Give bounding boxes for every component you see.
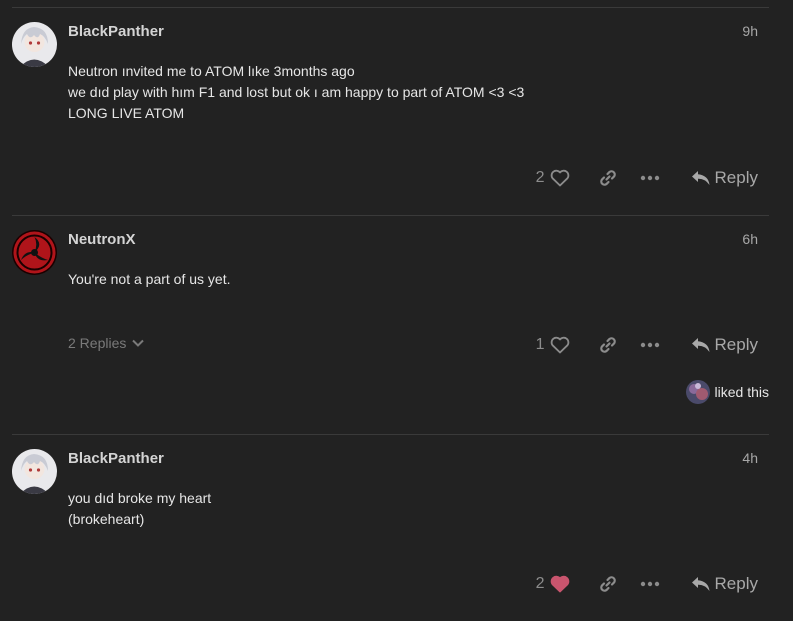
post-time[interactable]: 9h	[742, 23, 758, 39]
top-divider	[12, 7, 769, 8]
chevron-down-icon	[132, 339, 145, 347]
like-count[interactable]: 2	[536, 575, 545, 593]
link-icon[interactable]	[597, 168, 619, 188]
reply-icon	[691, 338, 710, 352]
post-time[interactable]: 4h	[742, 450, 758, 466]
reply-button[interactable]: Reply	[691, 574, 758, 594]
post-body: You're not a part of us yet.	[68, 271, 231, 287]
more-options-icon[interactable]	[639, 342, 661, 348]
avatar[interactable]	[12, 230, 57, 275]
post-divider	[12, 215, 769, 216]
liked-this-label: liked this	[714, 384, 769, 400]
liked-by-row: liked this	[685, 380, 769, 404]
avatar[interactable]	[12, 449, 57, 494]
post-body: Neutron ınvited me to ATOM lıke 3months …	[68, 63, 525, 121]
liker-avatar[interactable]	[685, 380, 710, 404]
reply-label: Reply	[714, 574, 758, 593]
post-body: you dıd broke my heart (brokeheart)	[68, 490, 212, 527]
heart-filled-icon[interactable]	[549, 575, 571, 593]
more-options-icon[interactable]	[639, 581, 661, 587]
username[interactable]: NeutronX	[68, 231, 136, 248]
heart-icon[interactable]	[549, 169, 571, 187]
reply-button[interactable]: Reply	[691, 168, 758, 188]
reply-label: Reply	[714, 168, 758, 187]
reply-label: Reply	[714, 335, 758, 354]
post-time[interactable]: 6h	[742, 231, 758, 247]
post-actions: 2 Reply	[536, 166, 758, 190]
reply-icon	[691, 577, 710, 591]
like-count[interactable]: 2	[536, 169, 545, 187]
link-icon[interactable]	[597, 574, 619, 594]
reply-icon	[691, 171, 710, 185]
replies-count: 2 Replies	[68, 335, 127, 351]
reply-button[interactable]: Reply	[691, 335, 758, 355]
username[interactable]: BlackPanther	[68, 23, 164, 40]
like-count[interactable]: 1	[536, 336, 545, 354]
username[interactable]: BlackPanther	[68, 450, 164, 467]
post-divider	[12, 434, 769, 435]
replies-toggle[interactable]: 2 Replies	[68, 335, 145, 351]
post-actions: 1 Reply	[536, 333, 758, 357]
heart-icon[interactable]	[549, 336, 571, 354]
post-actions: 2 Reply	[536, 572, 758, 596]
link-icon[interactable]	[597, 335, 619, 355]
avatar[interactable]	[12, 22, 57, 67]
more-options-icon[interactable]	[639, 175, 661, 181]
